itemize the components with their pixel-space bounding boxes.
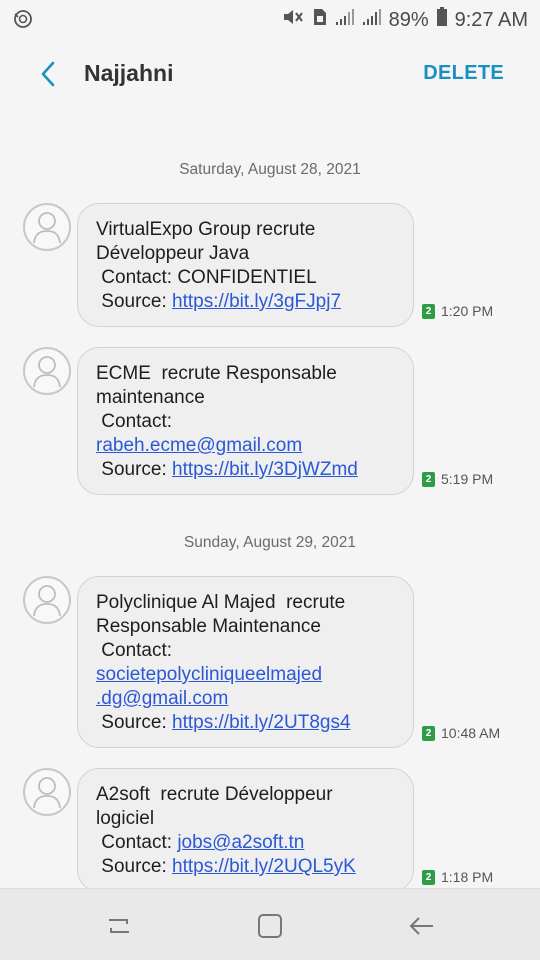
contact-icon (33, 212, 61, 244)
avatar[interactable] (23, 576, 71, 624)
contact-icon (33, 585, 61, 617)
message-line: .dg@gmail.com (96, 687, 395, 711)
message-link[interactable]: rabeh.ecme@gmail.com (96, 435, 302, 456)
home-button[interactable] (250, 909, 290, 943)
message-link[interactable]: https://bit.ly/3DjWZmd (172, 459, 358, 480)
sim-icon (312, 7, 328, 33)
message-line-label: Source: (96, 712, 173, 733)
message-bubble[interactable]: VirtualExpo Group recrute Développeur Jav… (77, 203, 414, 327)
message-line-label: Contact: (96, 832, 178, 853)
status-time: 9:27 AM (454, 8, 528, 31)
battery-icon (436, 7, 448, 33)
navigation-bar (0, 888, 540, 960)
message-line: Source: https://bit.ly/3gFJpj7 (96, 290, 395, 314)
message-meta: 2 5:19 PM (422, 471, 493, 487)
sim-badge: 2 (422, 725, 435, 741)
nav-back-button[interactable] (401, 909, 441, 943)
contact-icon (33, 356, 61, 388)
message-link[interactable]: https://bit.ly/3gFJpj7 (172, 291, 341, 312)
mute-icon (281, 7, 305, 33)
message-bubble[interactable]: Polyclinique Al Majed recrute Responsable… (77, 576, 414, 748)
app-bar: Najjahni DELETE (0, 38, 540, 110)
message-line: Responsable Maintenance (96, 616, 321, 637)
avatar[interactable] (23, 768, 71, 816)
message-bubble[interactable]: A2soft recrute Développeur logiciel Conta… (77, 768, 414, 892)
signal-icon (335, 8, 355, 32)
back-icon (409, 917, 433, 935)
message-line: logiciel (96, 808, 155, 829)
date-separator: Sunday, August 29, 2021 (183, 534, 357, 551)
contact-icon (33, 777, 61, 809)
message-line: A2soft recrute Développeur (96, 784, 333, 805)
message-link[interactable]: https://bit.ly/2UT8gs4 (172, 712, 350, 733)
battery-percent: 89% (388, 8, 429, 31)
message-line: Contact: (96, 640, 173, 661)
chevron-left-icon (41, 61, 55, 87)
message-line: Polyclinique Al Majed recrute (96, 592, 346, 613)
message-line: Contact: jobs@a2soft.tn (96, 831, 395, 855)
message-line-label: Source: (96, 856, 173, 877)
home-icon (258, 914, 282, 938)
message-link[interactable]: .dg@gmail.com (96, 688, 228, 709)
message-line: VirtualExpo Group recrute (96, 219, 316, 240)
message-line: ECME recrute Responsable (96, 363, 337, 384)
message-line: Contact: (96, 411, 173, 432)
message-time: 10:48 AM (441, 725, 501, 741)
date-separator: Saturday, August 28, 2021 (179, 161, 361, 178)
message-time: 1:18 PM (441, 869, 494, 885)
message-time: 5:19 PM (441, 471, 494, 487)
avatar[interactable] (23, 347, 71, 395)
message-line-label: Source: (96, 291, 173, 312)
message-meta: 2 10:48 AM (422, 725, 500, 741)
message-time: 1:20 PM (441, 303, 494, 319)
message-meta: 2 1:20 PM (422, 303, 493, 319)
message-meta: 2 1:18 PM (422, 869, 493, 885)
message-line-label: Source: (96, 459, 173, 480)
message-line: Source: https://bit.ly/3DjWZmd (96, 458, 395, 482)
message-link[interactable]: jobs@a2soft.tn (177, 832, 304, 853)
signal-icon (362, 8, 382, 32)
sim-badge: 2 (422, 303, 435, 319)
delete-button[interactable]: DELETE (423, 62, 504, 85)
sync-icon (12, 8, 34, 36)
message-bubble[interactable]: ECME recrute Responsable maintenance Cont… (77, 347, 414, 495)
sim-badge: 2 (422, 869, 435, 885)
back-button[interactable] (30, 56, 66, 92)
avatar[interactable] (23, 203, 71, 251)
message-line: Développeur Java (96, 243, 250, 264)
message-line: societepolycliniqueelmajed (96, 663, 395, 687)
recents-icon (109, 919, 129, 933)
conversation-title: Najjahni (84, 60, 174, 86)
status-bar: 89% 9:27 AM (0, 0, 540, 38)
message-line: maintenance (96, 387, 205, 408)
recents-button[interactable] (99, 909, 139, 943)
sim-badge: 2 (422, 471, 435, 487)
message-line: Source: https://bit.ly/2UQL5yK (96, 855, 395, 879)
message-line: Contact: CONFIDENTIEL (96, 267, 317, 288)
message-line: Source: https://bit.ly/2UT8gs4 (96, 711, 395, 735)
message-link[interactable]: https://bit.ly/2UQL5yK (172, 856, 356, 877)
message-link[interactable]: societepolycliniqueelmajed (96, 664, 322, 685)
message-line: rabeh.ecme@gmail.com (96, 434, 395, 458)
messages-screen: 89% 9:27 AM Najjahni DELETE Saturday, Au… (0, 0, 540, 960)
